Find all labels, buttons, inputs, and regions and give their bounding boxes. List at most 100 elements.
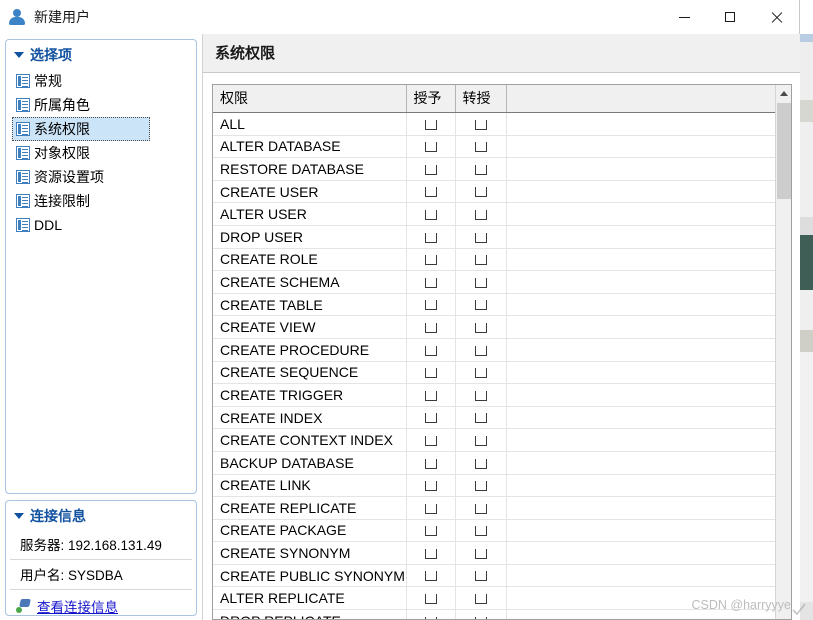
checkbox-icon[interactable] [424, 390, 437, 401]
table-row[interactable]: CREATE REPLICATE [213, 496, 775, 520]
admin-checkbox-cell[interactable] [455, 541, 507, 565]
admin-checkbox-cell[interactable] [455, 180, 507, 204]
checkbox-icon[interactable] [424, 503, 437, 514]
grant-checkbox-cell[interactable] [406, 180, 456, 204]
table-row[interactable]: CREATE PUBLIC SYNONYM [213, 564, 775, 588]
checkbox-icon[interactable] [424, 368, 437, 379]
grant-checkbox-cell[interactable] [406, 519, 456, 543]
table-row[interactable]: DROP REPLICATE [213, 609, 775, 619]
table-row[interactable]: CREATE LINK [213, 474, 775, 498]
close-button[interactable] [753, 0, 799, 34]
grant-checkbox-cell[interactable] [406, 270, 456, 294]
grant-checkbox-cell[interactable] [406, 202, 456, 226]
checkbox-icon[interactable] [424, 142, 437, 153]
scroll-up-button[interactable] [776, 85, 791, 102]
table-row[interactable]: CREATE TRIGGER [213, 383, 775, 407]
checkbox-icon[interactable] [474, 322, 487, 333]
checkbox-icon[interactable] [474, 413, 487, 424]
sidebar-item-resource-settings[interactable]: 资源设置项 [12, 165, 150, 189]
grant-checkbox-cell[interactable] [406, 248, 456, 272]
table-row[interactable]: CREATE SYNONYM [213, 541, 775, 565]
checkbox-icon[interactable] [474, 616, 487, 619]
table-row[interactable]: CREATE PACKAGE [213, 519, 775, 543]
table-row[interactable]: CREATE PROCEDURE [213, 338, 775, 362]
table-row[interactable]: CREATE VIEW [213, 315, 775, 339]
sidebar-item-general[interactable]: 常规 [12, 69, 150, 93]
checkbox-icon[interactable] [474, 548, 487, 559]
checkbox-icon[interactable] [474, 277, 487, 288]
checkbox-icon[interactable] [474, 390, 487, 401]
checkbox-icon[interactable] [424, 255, 437, 266]
grant-checkbox-cell[interactable] [406, 157, 456, 181]
admin-checkbox-cell[interactable] [455, 112, 507, 136]
checkbox-icon[interactable] [474, 503, 487, 514]
admin-checkbox-cell[interactable] [455, 315, 507, 339]
checkbox-icon[interactable] [424, 187, 437, 198]
admin-checkbox-cell[interactable] [455, 270, 507, 294]
sidebar-item-roles[interactable]: 所属角色 [12, 93, 150, 117]
table-row[interactable]: CREATE SEQUENCE [213, 361, 775, 385]
grant-checkbox-cell[interactable] [406, 541, 456, 565]
checkbox-icon[interactable] [474, 142, 487, 153]
admin-checkbox-cell[interactable] [455, 338, 507, 362]
table-row[interactable]: CREATE INDEX [213, 406, 775, 430]
sidebar-item-object-privileges[interactable]: 对象权限 [12, 141, 150, 165]
grant-checkbox-cell[interactable] [406, 428, 456, 452]
sidebar-item-system-privileges[interactable]: 系统权限 [12, 117, 150, 141]
admin-checkbox-cell[interactable] [455, 586, 507, 611]
table-row[interactable]: CREATE ROLE [213, 248, 775, 272]
grant-checkbox-cell[interactable] [406, 564, 456, 588]
table-row[interactable]: ALTER USER [213, 202, 775, 226]
checkbox-icon[interactable] [424, 481, 437, 492]
column-header-grant[interactable]: 授予 [406, 85, 456, 113]
checkbox-icon[interactable] [474, 368, 487, 379]
grant-checkbox-cell[interactable] [406, 406, 456, 430]
checkbox-icon[interactable] [424, 435, 437, 446]
scrollbar-thumb[interactable] [777, 103, 791, 199]
grant-checkbox-cell[interactable] [406, 338, 456, 362]
grant-checkbox-cell[interactable] [406, 135, 456, 159]
admin-checkbox-cell[interactable] [455, 248, 507, 272]
checkbox-icon[interactable] [474, 345, 487, 356]
minimize-button[interactable] [661, 0, 707, 34]
admin-checkbox-cell[interactable] [455, 519, 507, 543]
checkbox-icon[interactable] [424, 616, 437, 619]
admin-checkbox-cell[interactable] [455, 406, 507, 430]
admin-checkbox-cell[interactable] [455, 451, 507, 475]
admin-checkbox-cell[interactable] [455, 496, 507, 520]
checkbox-icon[interactable] [424, 345, 437, 356]
checkbox-icon[interactable] [424, 594, 437, 605]
grant-checkbox-cell[interactable] [406, 293, 456, 317]
checkbox-icon[interactable] [424, 277, 437, 288]
connection-panel-header[interactable]: 连接信息 [6, 501, 196, 530]
table-row[interactable]: CREATE TABLE [213, 293, 775, 317]
admin-checkbox-cell[interactable] [455, 293, 507, 317]
column-header-admin[interactable]: 转授 [455, 85, 507, 113]
checkbox-icon[interactable] [474, 232, 487, 243]
checkbox-icon[interactable] [474, 187, 487, 198]
grant-checkbox-cell[interactable] [406, 112, 456, 136]
select-panel-header[interactable]: 选择项 [6, 40, 196, 69]
table-row[interactable]: CREATE USER [213, 180, 775, 204]
grant-checkbox-cell[interactable] [406, 315, 456, 339]
checkbox-icon[interactable] [474, 164, 487, 175]
table-row[interactable]: CREATE SCHEMA [213, 270, 775, 294]
grant-checkbox-cell[interactable] [406, 586, 456, 611]
checkbox-icon[interactable] [474, 435, 487, 446]
checkbox-icon[interactable] [424, 209, 437, 220]
checkbox-icon[interactable] [424, 526, 437, 537]
checkbox-icon[interactable] [424, 119, 437, 130]
checkbox-icon[interactable] [474, 571, 487, 582]
checkbox-icon[interactable] [424, 300, 437, 311]
admin-checkbox-cell[interactable] [455, 474, 507, 498]
checkbox-icon[interactable] [474, 209, 487, 220]
admin-checkbox-cell[interactable] [455, 361, 507, 385]
admin-checkbox-cell[interactable] [455, 428, 507, 452]
admin-checkbox-cell[interactable] [455, 202, 507, 226]
table-row[interactable]: CREATE CONTEXT INDEX [213, 428, 775, 452]
table-row[interactable]: BACKUP DATABASE [213, 451, 775, 475]
sidebar-item-ddl[interactable]: DDL [12, 213, 150, 237]
grant-checkbox-cell[interactable] [406, 496, 456, 520]
maximize-button[interactable] [707, 0, 753, 34]
table-row[interactable]: RESTORE DATABASE [213, 157, 775, 181]
